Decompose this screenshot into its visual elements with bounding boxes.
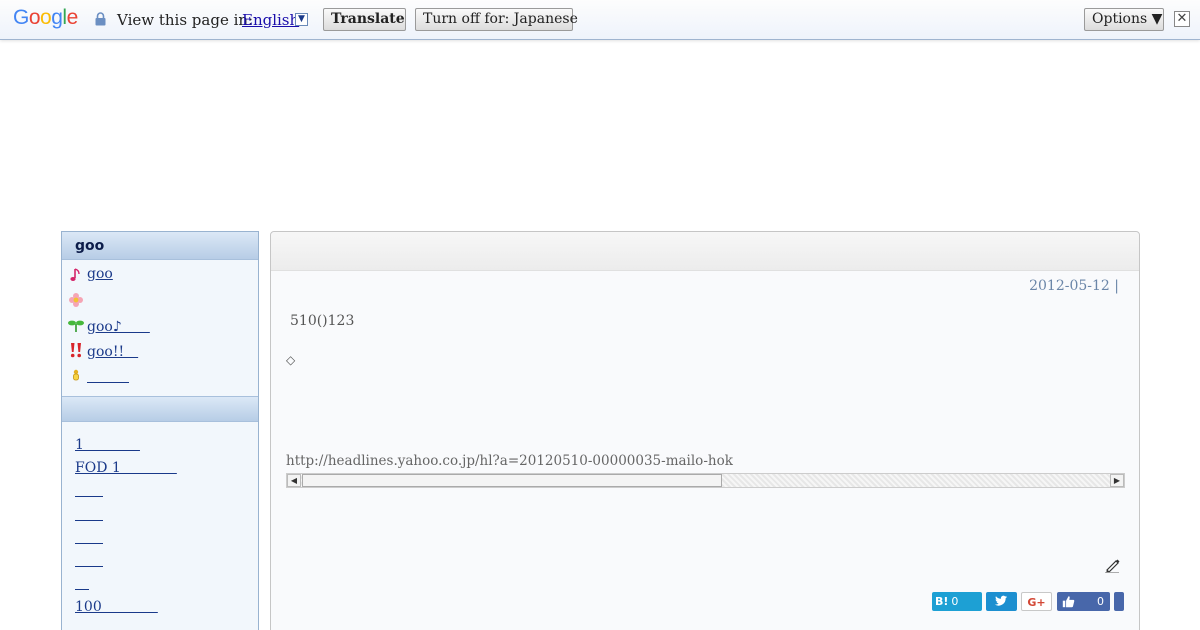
google-plus-button[interactable]: G+ <box>1021 592 1052 611</box>
sidebar-link[interactable]: ＿＿ <box>75 527 177 550</box>
sidebar-item[interactable]: goo!!＿ <box>62 338 258 363</box>
facebook-like-button[interactable]: 0 <box>1057 592 1110 611</box>
close-icon[interactable]: ✕ <box>1174 11 1190 27</box>
date-separator: | <box>1114 278 1119 294</box>
pin-icon <box>73 369 79 381</box>
translate-bar: Google View this page in: English ▼ Tran… <box>0 0 1200 40</box>
date-text: 2012-05-12 <box>1029 278 1110 294</box>
sidebar-link[interactable]: ＿＿ <box>75 480 177 503</box>
horizontal-scrollbar[interactable]: ◀ ▶ <box>286 473 1125 488</box>
sprout-icon <box>68 320 84 332</box>
view-page-label: View this page in: <box>117 11 254 29</box>
language-select[interactable]: English <box>242 11 299 29</box>
sidebar-item[interactable] <box>62 288 258 313</box>
diamond-marker: ◇ <box>286 353 296 367</box>
sidebar-item-label[interactable]: goo <box>87 266 113 282</box>
tweet-button[interactable] <box>986 592 1017 611</box>
sidebar-link[interactable]: ＿ <box>75 573 177 596</box>
article-panel: 2012-05-12 | 510()123 ◇ http://headlines… <box>270 231 1140 630</box>
scroll-left-icon[interactable]: ◀ <box>287 474 301 487</box>
sidebar-link[interactable]: FOD 1＿＿＿＿ <box>75 457 177 480</box>
article-title: 510()123 <box>290 313 355 329</box>
hatena-bookmark-button[interactable]: B! 0 <box>932 592 982 611</box>
sidebar-menu: goo goo♪＿＿ goo!!＿ ＿＿＿ <box>62 260 258 388</box>
article-source-url: http://headlines.yahoo.co.jp/hl?a=201205… <box>286 453 733 469</box>
sidebar-item[interactable]: goo♪＿＿ <box>62 313 258 338</box>
pencil-icon[interactable] <box>1104 557 1120 573</box>
sidebar: goo goo goo♪＿＿ goo!!＿ ＿＿＿ 1＿＿＿＿ FOD 1＿＿＿… <box>61 231 259 630</box>
sidebar-item-label[interactable]: goo!!＿ <box>87 341 138 361</box>
flower-icon <box>69 293 83 307</box>
like-count: 0 <box>1097 595 1104 608</box>
sidebar-item[interactable]: goo <box>62 263 258 288</box>
hatena-logo: B! <box>935 595 949 608</box>
article-header <box>271 232 1139 271</box>
double-exclamation-icon <box>70 343 81 358</box>
scrollbar-thumb[interactable] <box>302 474 722 487</box>
sidebar-item-label[interactable]: goo♪＿＿ <box>87 316 150 336</box>
sidebar-section-header <box>62 396 258 422</box>
twitter-bird-icon <box>994 595 1008 606</box>
lock-icon <box>95 12 106 26</box>
sidebar-link[interactable]: 100＿＿＿＿ <box>75 596 177 619</box>
translate-button[interactable]: Translate <box>323 8 406 31</box>
thumbs-up-icon <box>1062 596 1075 608</box>
sidebar-item[interactable]: ＿＿＿ <box>62 363 258 388</box>
sidebar-link[interactable]: ＿＿ <box>75 504 177 527</box>
options-button[interactable]: Options ▼ <box>1084 8 1164 31</box>
google-logo: Google <box>13 6 78 29</box>
hatena-count: 0 <box>951 595 959 608</box>
article-date: 2012-05-12 | <box>1029 278 1119 294</box>
sidebar-item-label[interactable]: ＿＿＿ <box>87 366 129 386</box>
scroll-right-icon[interactable]: ▶ <box>1110 474 1124 487</box>
sidebar-header: goo <box>62 232 258 260</box>
sidebar-link[interactable]: 1＿＿＿＿ <box>75 434 177 457</box>
music-note-icon <box>70 268 80 281</box>
language-dropdown-icon[interactable]: ▼ <box>295 13 308 26</box>
facebook-share-button[interactable] <box>1114 592 1124 611</box>
sidebar-link-list: 1＿＿＿＿ FOD 1＿＿＿＿ ＿＿ ＿＿ ＿＿ ＿＿ ＿ 100＿＿＿＿ <box>75 434 177 620</box>
sidebar-link[interactable]: ＿＿ <box>75 550 177 573</box>
turn-off-button[interactable]: Turn off for: Japanese <box>415 8 578 31</box>
